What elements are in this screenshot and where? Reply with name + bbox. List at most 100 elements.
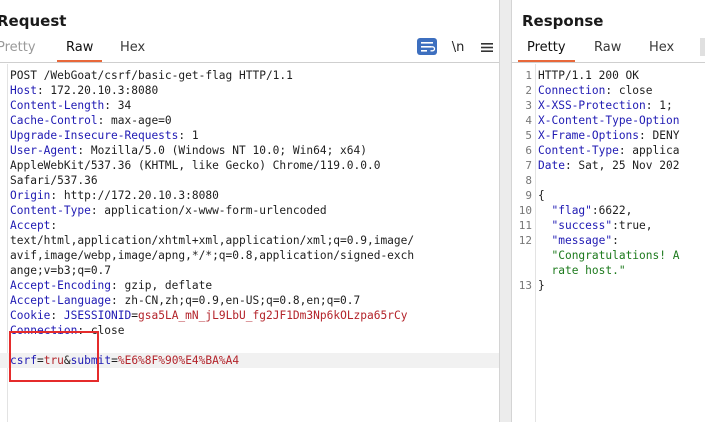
request-line: User-Agent: Mozilla/5.0 (Windows NT 10.0… <box>10 143 367 158</box>
tab-request-raw[interactable]: Raw <box>56 40 103 62</box>
request-token: ange;v=b3;q=0.7 <box>10 264 112 277</box>
response-token: HTTP/1.1 200 OK <box>538 69 640 82</box>
response-line-number <box>512 263 532 278</box>
response-token: Date <box>538 159 565 172</box>
response-token: Connection <box>538 84 606 97</box>
tab-response-raw[interactable]: Raw <box>594 40 621 55</box>
response-token: } <box>538 279 545 292</box>
request-token: Accept-Language <box>10 294 112 307</box>
response-line: "success":true, <box>538 218 653 233</box>
request-line: text/html,application/xhtml+xml,applicat… <box>10 233 414 248</box>
request-token: POST /WebGoat/csrf/basic-get-flag HTTP/1… <box>10 69 293 82</box>
response-line-number: 1 <box>525 69 532 82</box>
response-line: "Congratulations! A <box>538 248 679 263</box>
response-token: : close <box>605 84 653 97</box>
response-line-number: 3 <box>525 99 532 112</box>
request-token: Cookie <box>10 309 51 322</box>
request-line: Accept-Encoding: gzip, deflate <box>10 278 212 293</box>
request-line: POST /WebGoat/csrf/basic-get-flag HTTP/1… <box>10 68 293 83</box>
response-token: : <box>612 234 619 247</box>
tab-response-hex[interactable]: Hex <box>649 40 674 55</box>
request-token: : 172.20.10.3:8080 <box>36 84 159 97</box>
request-token: Upgrade-Insecure-Requests <box>10 129 179 142</box>
response-token <box>538 249 551 262</box>
request-token: : application/x-www-form-urlencoded <box>90 204 327 217</box>
tab-response-pretty[interactable]: Pretty <box>518 40 575 62</box>
response-line: X-Frame-Options: DENY <box>538 128 679 143</box>
request-line: Safari/537.36 <box>10 173 98 188</box>
response-line-number: 6 <box>525 144 532 157</box>
response-token: : Sat, 25 Nov 202 <box>564 159 680 172</box>
response-line: rate host." <box>538 263 626 278</box>
response-token: "message" <box>551 234 613 247</box>
request-token: : <box>50 309 64 322</box>
response-token <box>538 264 551 277</box>
tab-request-pretty[interactable]: Pretty <box>0 40 36 55</box>
response-toolbar-overflow <box>700 38 705 56</box>
response-line-number: 7 <box>525 159 532 172</box>
request-gutter <box>0 64 8 422</box>
response-token: X-Content-Type-Option <box>538 114 680 127</box>
response-tabbar: Pretty Raw Hex <box>512 37 705 63</box>
tab-request-hex[interactable]: Hex <box>120 40 145 55</box>
response-token: rate host." <box>551 264 626 277</box>
response-line-number: 2 <box>525 84 532 97</box>
request-token: : 34 <box>104 99 132 112</box>
response-line: X-XSS-Protection: 1; <box>538 98 673 113</box>
response-token: :true, <box>612 219 653 232</box>
request-title: Request <box>0 12 67 30</box>
response-line: HTTP/1.1 200 OK <box>538 68 639 83</box>
request-token: Content-Type <box>10 204 91 217</box>
request-token: = <box>131 309 139 322</box>
response-line: Connection: close <box>538 83 653 98</box>
request-token: %E6%8F%90%E4%BA%A4 <box>117 354 240 367</box>
request-line: avif,image/webp,image/apng,*/*;q=0.8,app… <box>10 248 414 263</box>
request-line: Accept-Language: zh-CN,zh;q=0.9,en-US;q=… <box>10 293 360 308</box>
request-token: avif,image/webp,image/apng,*/*;q=0.8,app… <box>10 249 415 262</box>
response-line-number: 10 <box>518 204 532 217</box>
response-line: } <box>538 278 545 293</box>
pane-divider[interactable] <box>499 0 512 422</box>
response-line-number: 13 <box>518 279 532 292</box>
response-title: Response <box>522 12 604 30</box>
response-line-number: 4 <box>525 114 532 127</box>
hamburger-menu-icon[interactable] <box>478 38 496 56</box>
request-line: Upgrade-Insecure-Requests: 1 <box>10 128 199 143</box>
response-token: : 1; <box>645 99 673 112</box>
response-line: X-Content-Type-Option <box>538 113 679 128</box>
response-token: { <box>538 189 545 202</box>
response-line: "flag":6622, <box>538 203 632 218</box>
request-token: text/html,application/xhtml+xml,applicat… <box>10 234 415 247</box>
response-pane: Response Pretty Raw Hex 1 HTTP/1.1 200 OK… <box>512 0 705 422</box>
response-token <box>538 234 551 247</box>
request-token: User-Agent <box>10 144 78 157</box>
request-pane: Request Pretty Raw Hex \n POST /WebGoat/… <box>0 0 499 422</box>
request-token: : max-age=0 <box>97 114 172 127</box>
response-line: { <box>538 188 545 203</box>
response-editor[interactable]: 1 HTTP/1.1 200 OK 2 Connection: close 3 X-XSS… <box>512 64 705 422</box>
request-line: Host: 172.20.10.3:8080 <box>10 83 158 98</box>
request-token: : gzip, deflate <box>111 279 213 292</box>
request-line: Accept: <box>10 218 57 233</box>
request-line: Content-Type: application/x-www-form-url… <box>10 203 327 218</box>
request-token: AppleWebKit/537.36 (KHTML, like Gecko) C… <box>10 159 381 172</box>
response-line-number: 8 <box>525 174 532 187</box>
response-line-number: 12 <box>518 234 532 247</box>
text-wrap-icon[interactable] <box>417 38 437 55</box>
request-line: Cache-Control: max-age=0 <box>10 113 172 128</box>
request-token: Cache-Control <box>10 114 98 127</box>
request-line: Cookie: JSESSIONID=gsa5LA_mN_jL9LbU_fg2J… <box>10 308 407 323</box>
response-line: Content-Type: applica <box>538 143 679 158</box>
response-token <box>538 219 551 232</box>
request-token: Accept-Encoding <box>10 279 112 292</box>
request-token: : http://172.20.10.3:8080 <box>50 189 219 202</box>
response-line-number <box>512 248 532 263</box>
response-token: "flag" <box>551 204 592 217</box>
request-token: JSESSIONID <box>63 309 132 322</box>
request-line: Content-Length: 34 <box>10 98 131 113</box>
newline-toggle-button[interactable]: \n <box>449 38 467 56</box>
request-token: = <box>111 354 118 367</box>
request-token: Origin <box>10 189 51 202</box>
request-token: Accept <box>10 219 51 232</box>
request-token: : zh-CN,zh;q=0.9,en-US;q=0.8,en;q=0.7 <box>111 294 361 307</box>
